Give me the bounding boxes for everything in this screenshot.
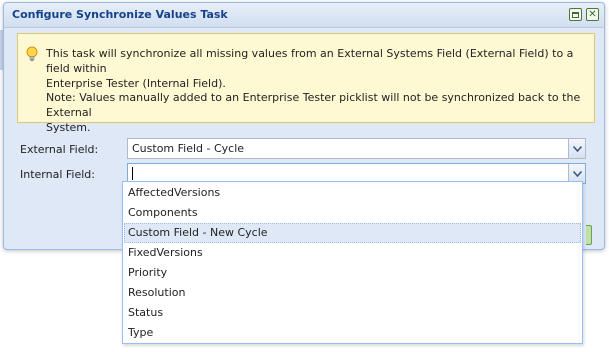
external-field-dropdown-trigger[interactable]: [568, 139, 585, 158]
info-line-1: This task will synchronize all missing v…: [46, 47, 574, 75]
lightbulb-icon: [26, 46, 38, 62]
info-note-line-1: Note: Values manually added to an Enterp…: [46, 91, 581, 119]
dialog-titlebar[interactable]: Configure Synchronize Values Task ✕: [4, 3, 604, 28]
dropdown-option[interactable]: Status: [124, 303, 581, 323]
close-icon[interactable]: ✕: [586, 8, 599, 21]
dropdown-option[interactable]: Priority: [124, 263, 581, 283]
dropdown-option[interactable]: AffectedVersions: [124, 183, 581, 203]
chevron-down-icon: [572, 170, 582, 177]
maximize-icon[interactable]: [569, 8, 582, 21]
text-cursor: [132, 167, 133, 180]
info-note-line-2: System.: [46, 121, 91, 134]
dropdown-option[interactable]: Components: [124, 203, 581, 223]
info-note: Note: Values manually added to an Enterp…: [46, 90, 586, 135]
dropdown-option[interactable]: FixedVersions: [124, 243, 581, 263]
dialog-title: Configure Synchronize Values Task: [12, 8, 228, 21]
external-field-combo[interactable]: Custom Field - Cycle: [127, 138, 586, 159]
info-message-box: This task will synchronize all missing v…: [17, 33, 595, 134]
dropdown-option[interactable]: Type: [124, 323, 581, 343]
external-field-label: External Field:: [20, 143, 99, 156]
external-field-value: Custom Field - Cycle: [132, 142, 245, 155]
info-line-2: Enterprise Tester (Internal Field).: [46, 77, 226, 90]
info-text: This task will synchronize all missing v…: [46, 46, 586, 91]
internal-field-label: Internal Field:: [20, 168, 95, 181]
chevron-down-icon: [572, 145, 582, 152]
internal-field-dropdown-list: AffectedVersions Components Custom Field…: [122, 181, 583, 344]
partially-hidden-button[interactable]: [586, 225, 592, 245]
dropdown-option[interactable]: Resolution: [124, 283, 581, 303]
dropdown-option-highlighted[interactable]: Custom Field - New Cycle: [124, 223, 581, 243]
